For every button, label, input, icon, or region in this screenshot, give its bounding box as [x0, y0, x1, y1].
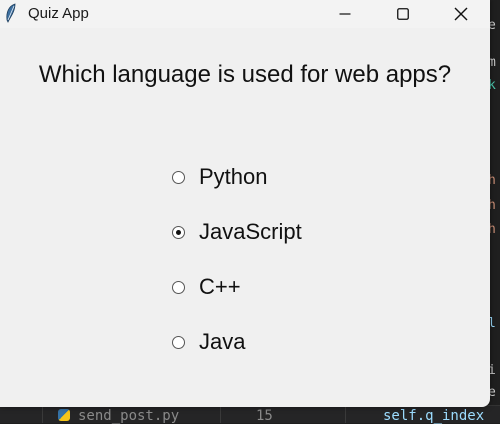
option-label: C++ — [199, 274, 241, 299]
maximize-button[interactable] — [380, 0, 426, 28]
divider — [220, 406, 221, 423]
quiz-app-window: Quiz App Which language is used for web … — [0, 0, 490, 407]
radio-cpp[interactable] — [172, 280, 185, 294]
maximize-icon — [397, 8, 409, 20]
radio-javascript[interactable] — [172, 225, 185, 239]
python-file-icon — [58, 409, 70, 421]
feather-icon — [6, 3, 16, 23]
minimize-icon — [339, 13, 351, 15]
quiz-question: Which language is used for web apps? — [38, 61, 452, 88]
window-title: Quiz App — [28, 5, 89, 22]
title-bar[interactable]: Quiz App — [0, 0, 490, 28]
option-label: Python — [199, 164, 268, 189]
divider — [345, 406, 346, 423]
option-javascript[interactable]: JavaScript — [170, 217, 302, 247]
option-label: JavaScript — [199, 219, 302, 244]
option-python[interactable]: Python — [170, 162, 268, 192]
option-cpp[interactable]: C++ — [170, 272, 241, 302]
close-icon — [454, 7, 468, 21]
option-java[interactable]: Java — [170, 327, 245, 357]
close-button[interactable] — [438, 0, 484, 28]
option-label: Java — [199, 329, 246, 354]
divider — [42, 406, 43, 423]
minimize-button[interactable] — [322, 0, 368, 28]
radio-python[interactable] — [172, 170, 185, 184]
editor-bottom-strip: send_post.py 15 self.q_index — [0, 405, 500, 424]
radio-java[interactable] — [172, 335, 185, 349]
